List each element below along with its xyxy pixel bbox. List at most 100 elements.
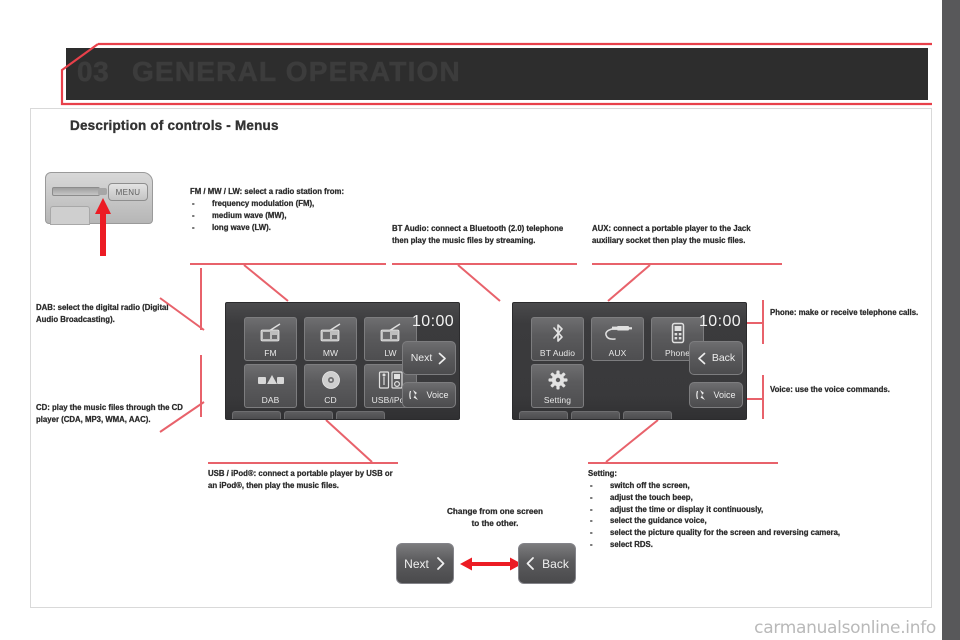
bottom-tab[interactable] [336, 411, 385, 419]
bottom-tab[interactable] [284, 411, 333, 419]
voice-label: Voice [426, 390, 449, 400]
callout-setting: Setting: - switch off the screen, - adjust… [588, 468, 918, 551]
tile-mw[interactable]: MW [304, 317, 357, 361]
tile-cd[interactable]: CD [304, 364, 357, 408]
dash-bullet: - [590, 492, 593, 502]
callout-bt-audio-lead: BT Audio: connect a Bluetooth (2.0) tele… [392, 224, 564, 245]
back-label: Back [542, 556, 569, 571]
bottom-tab-strip-right [519, 411, 672, 419]
list-item-label: adjust the touch beep, [610, 492, 693, 502]
bottom-tab[interactable] [623, 411, 672, 419]
list-item-label: select the guidance voice, [610, 516, 707, 526]
callout-bt-audio: BT Audio: connect a Bluetooth (2.0) tele… [392, 223, 577, 247]
clock-right: 10:00 [699, 313, 742, 330]
screen-right-phone-menu[interactable]: BT Audio AUX Phone Setting 10:00 Back Vo… [512, 302, 747, 420]
dash-bullet: - [590, 480, 593, 490]
radio-lw-icon [378, 318, 404, 348]
callout-fm-mw-lw-list: - frequency modulation (FM), - medium wave… [190, 198, 380, 234]
site-watermark: carmanualsonline.info [754, 618, 936, 638]
radio-fm-icon [258, 318, 284, 348]
chapter-number: 03 [77, 56, 110, 88]
menu-hard-key[interactable]: MENU [108, 183, 148, 201]
list-item: - select RDS. [588, 539, 918, 551]
bottom-tab[interactable] [519, 411, 568, 419]
tile-setting[interactable]: Setting [531, 364, 584, 408]
spine-voice [762, 375, 764, 419]
section-subtitle: Description of controls - Menus [70, 118, 279, 133]
list-item: - switch off the screen, [588, 480, 918, 492]
back-button[interactable]: Back [689, 341, 743, 375]
next-button[interactable]: Next [402, 341, 456, 375]
chevron-right-icon [436, 557, 445, 570]
tile-label: CD [324, 395, 337, 405]
voice-button-left[interactable]: Voice [402, 382, 456, 408]
callout-voice-lead: Voice: use the voice commands. [770, 385, 890, 394]
cd-disc-icon [321, 365, 341, 395]
callout-fm-mw-lw: FM / MW / LW: select a radio station fro… [190, 186, 380, 233]
tile-aux[interactable]: AUX [591, 317, 644, 361]
list-item-label: frequency modulation (FM), [212, 198, 315, 208]
dash-bullet: - [192, 198, 195, 208]
watermark-name: carmanualsonline [754, 618, 901, 638]
callout-aux-lead: AUX: connect a portable player to the Ja… [592, 224, 751, 245]
gear-icon [548, 365, 568, 395]
double-arrow-icon [460, 557, 522, 571]
dab-icon [257, 365, 285, 395]
callout-fm-mw-lw-lead: FM / MW / LW: select a radio station fro… [190, 187, 345, 196]
bottom-tab-strip-left [232, 411, 385, 419]
tile-dab[interactable]: DAB [244, 364, 297, 408]
usb-ipod-icon [378, 365, 404, 395]
callout-setting-lead: Setting: [588, 469, 618, 478]
next-button-sample[interactable]: Next [396, 543, 454, 584]
jack-plug-icon [603, 318, 633, 348]
list-item-label: long wave (LW). [212, 222, 271, 232]
leader-line-dab [159, 297, 205, 331]
page-title: GENERAL OPERATION [132, 56, 461, 88]
bottom-tab[interactable] [232, 411, 281, 419]
dash-bullet: - [590, 528, 593, 538]
clock-left: 10:00 [412, 313, 455, 330]
dash-bullet: - [590, 540, 593, 550]
chevron-left-icon [526, 557, 535, 570]
cd-slot [52, 187, 100, 196]
bottom-tab[interactable] [571, 411, 620, 419]
unit-panel [50, 206, 90, 225]
list-item: - select the guidance voice, [588, 515, 918, 527]
dash-bullet: - [590, 516, 593, 526]
manual-page: 03 GENERAL OPERATION Description of cont… [0, 0, 960, 640]
dash-bullet: - [192, 210, 195, 220]
list-item-label: medium wave (MW), [212, 210, 287, 220]
callout-phone: Phone: make or receive telephone calls. [770, 307, 920, 319]
knob [98, 188, 107, 195]
voice-button-right[interactable]: Voice [689, 382, 743, 408]
tile-bt-audio[interactable]: BT Audio [531, 317, 584, 361]
radio-mw-icon [318, 318, 344, 348]
tile-label: MW [322, 348, 339, 358]
list-item-label: switch off the screen, [610, 480, 690, 490]
list-item-label: select the picture quality for the scree… [610, 528, 841, 538]
next-label: Next [410, 352, 433, 364]
switch-demo-caption: Change from one screen to the other. [400, 506, 590, 531]
list-item-label: select RDS. [610, 540, 653, 550]
menu-pointer-arrow-icon [95, 198, 111, 256]
callout-usb-ipod-lead: USB / iPod®: connect a portable player b… [208, 469, 393, 490]
callout-setting-list: - switch off the screen, - adjust the touc… [588, 480, 918, 551]
watermark-suffix: .info [900, 618, 936, 638]
back-button-sample[interactable]: Back [518, 543, 576, 584]
leader-line-fm [243, 264, 289, 302]
tile-label: Setting [543, 395, 572, 405]
callout-usb-ipod: USB / iPod®: connect a portable player b… [208, 468, 400, 492]
dash-bullet: - [192, 222, 195, 232]
dash-bullet: - [590, 504, 593, 514]
tile-label: LW [384, 348, 397, 358]
screen-left-audio-menu[interactable]: FM MW LW DAB CD USB/iPod 10:00 Next Voic… [225, 302, 460, 420]
list-item: - long wave (LW). [190, 222, 380, 234]
tile-label: FM [264, 348, 277, 358]
tile-fm[interactable]: FM [244, 317, 297, 361]
voice-label: Voice [713, 390, 736, 400]
callout-aux: AUX: connect a portable player to the Ja… [592, 223, 782, 247]
list-item: - adjust the touch beep, [588, 492, 918, 504]
list-item: - select the picture quality for the scre… [588, 527, 918, 539]
switch-demo-caption-line2: to the other. [471, 519, 519, 529]
switch-demo-caption-line1: Change from one screen [447, 507, 543, 516]
